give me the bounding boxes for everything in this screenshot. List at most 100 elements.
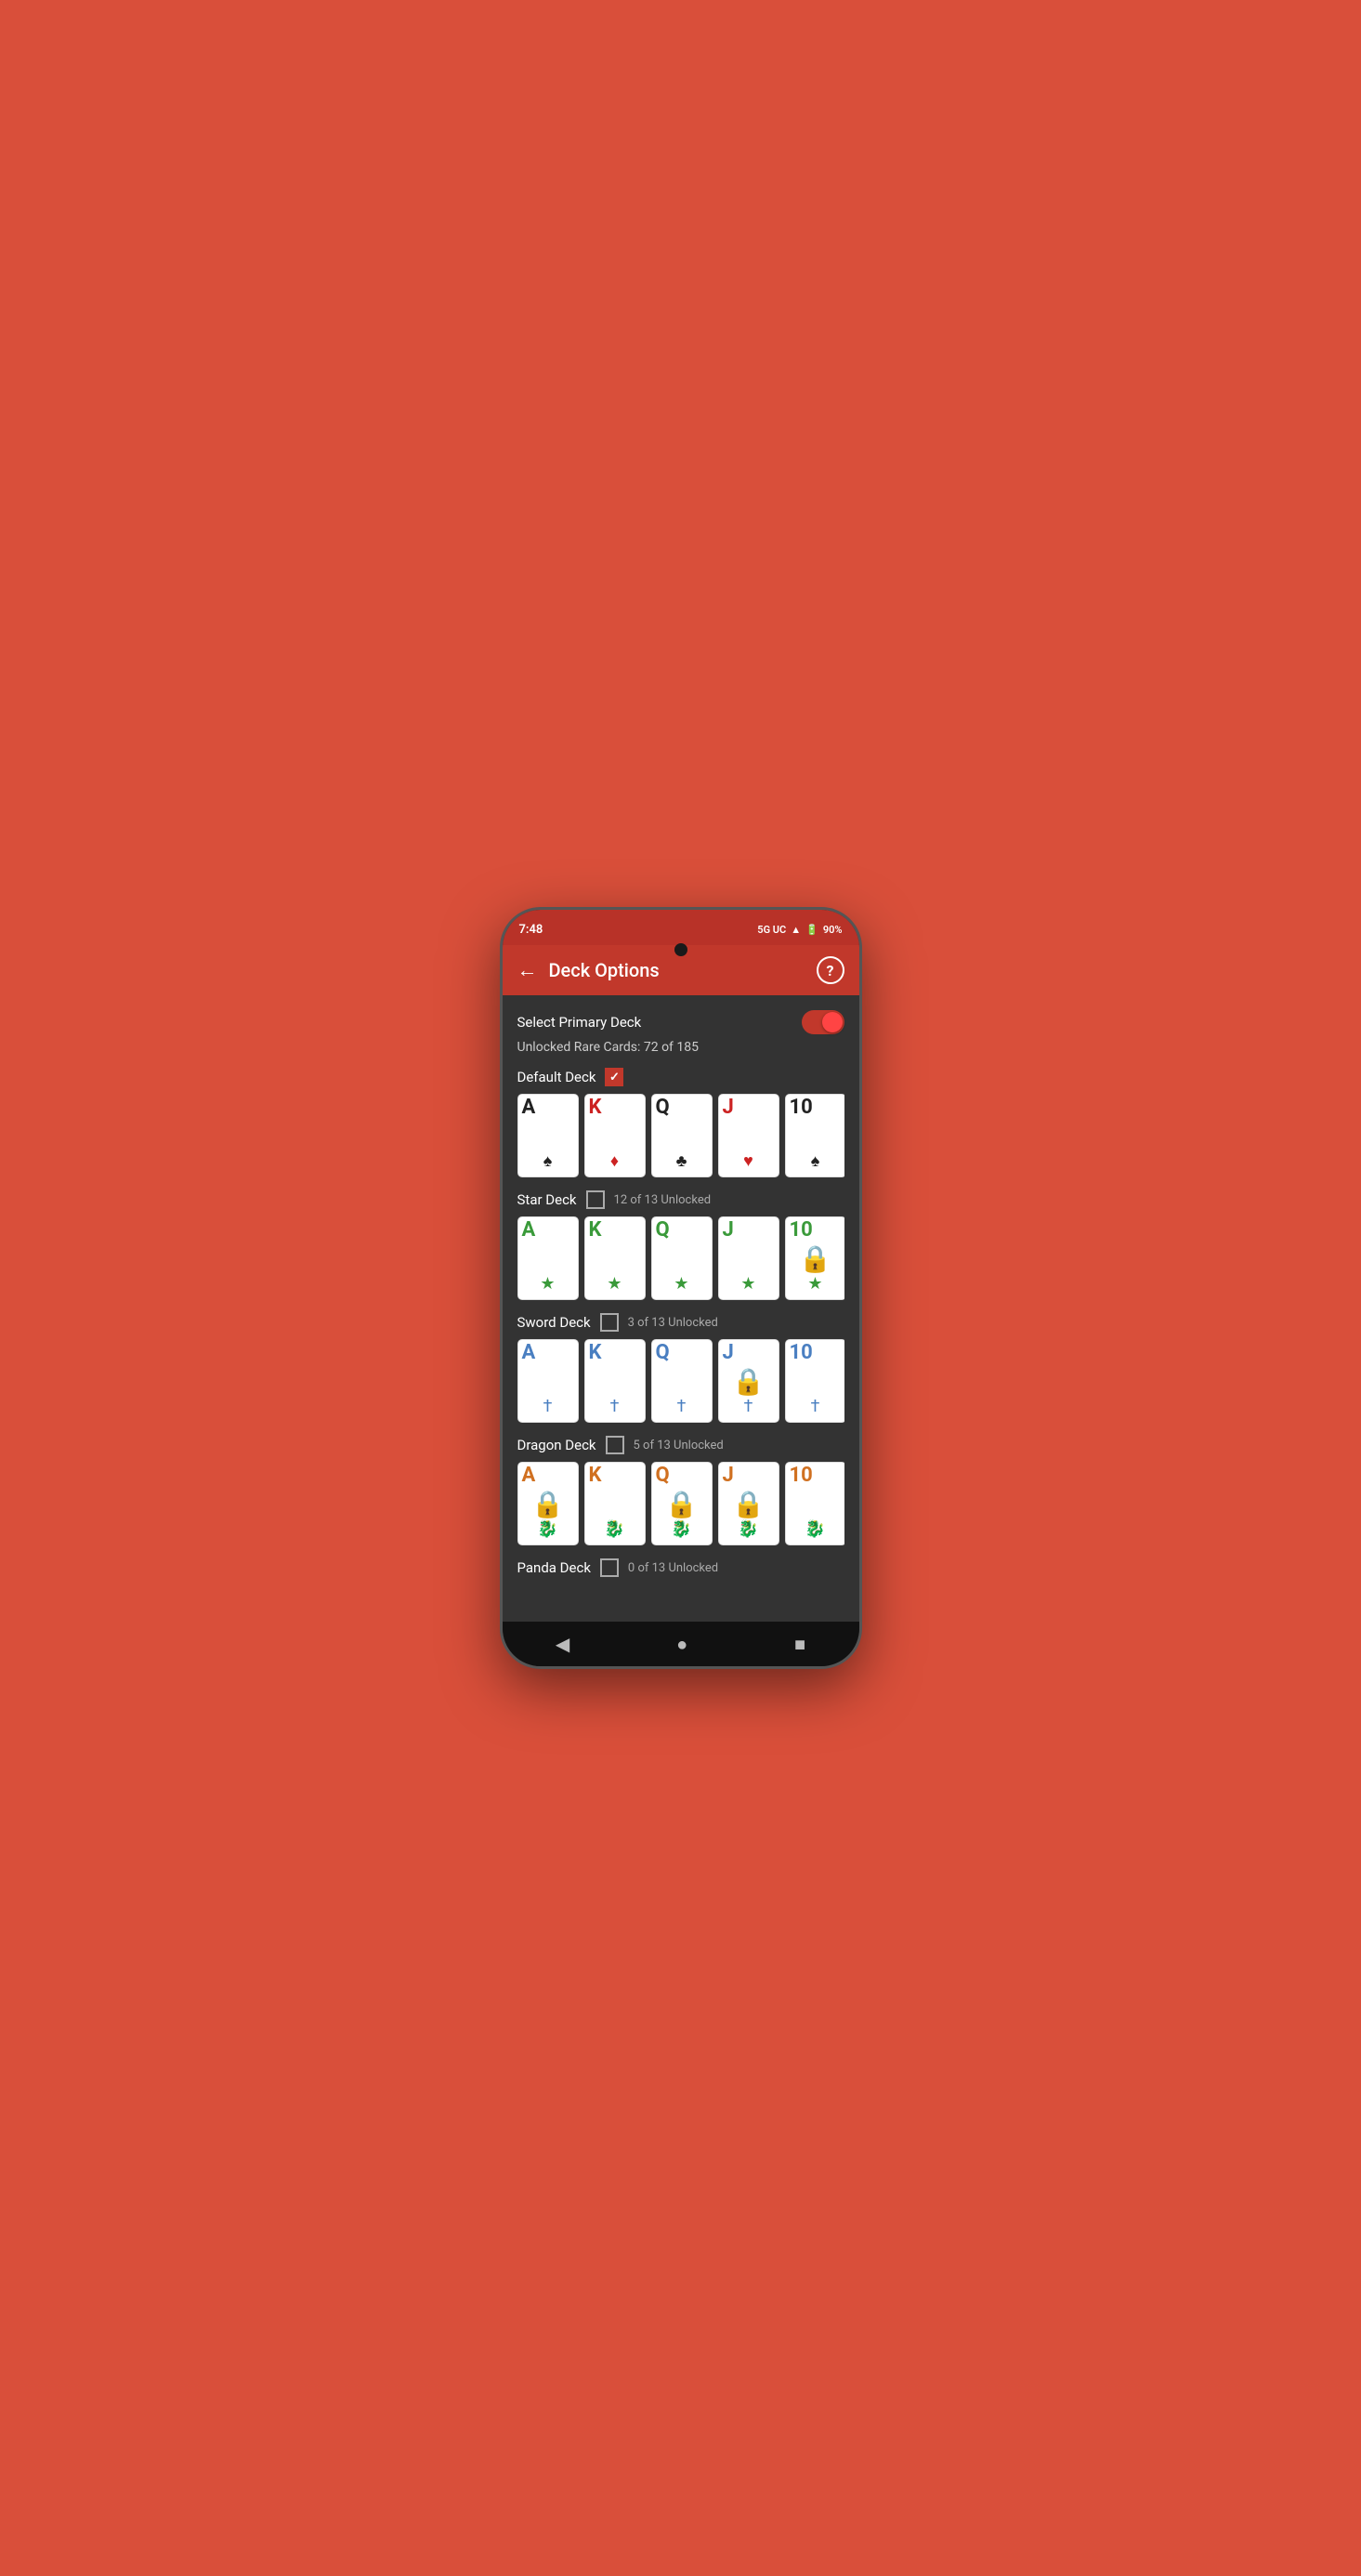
card-value-3-1: K [589,1465,602,1486]
select-primary-deck-row: Select Primary Deck [517,1010,844,1034]
deck-unlock-text-1: 12 of 13 Unlocked [614,1193,712,1207]
deck-unlock-text-2: 3 of 13 Unlocked [628,1316,718,1330]
deck-name-1: Star Deck [517,1191,577,1208]
card-suit-2-0: † [543,1397,553,1416]
help-button[interactable]: ? [817,956,844,984]
lock-overlay-3-0: 🔒 [518,1463,578,1544]
deck-section-2: Sword Deck3 of 13 UnlockedA†K†Q†J†🔒10† [517,1313,844,1423]
card-value-0-2: Q [656,1097,670,1118]
card-2-2[interactable]: Q† [651,1339,713,1423]
cards-row-1: A★K★Q★J★10★🔒 [517,1216,844,1300]
deck-label-row-4: Panda Deck 0 of 13 Unlocked [517,1558,844,1577]
card-3-1[interactable]: K🐉 [584,1462,646,1545]
deck-checkbox-1[interactable] [586,1190,605,1209]
main-content: Select Primary Deck Unlocked Rare Cards:… [503,995,859,1622]
deck-checkbox-3[interactable] [606,1436,624,1454]
card-value-2-0: A [522,1343,536,1363]
deck-name-3: Dragon Deck [517,1437,596,1453]
card-suit-1-2: ★ [674,1274,688,1294]
lock-icon-3-2: 🔒 [665,1489,698,1519]
card-value-0-1: K [589,1097,602,1118]
card-suit-0-4: ♠ [811,1151,820,1171]
status-time: 7:48 [519,923,543,937]
card-suit-3-1: 🐉 [604,1519,624,1539]
card-2-4[interactable]: 10 † [785,1339,844,1423]
network-icon: 5G UC [757,924,786,936]
card-suit-1-1: ★ [607,1274,622,1294]
nav-back-button[interactable]: ◀ [541,1625,584,1663]
cards-row-0: A♠K♦Q♣J♥10♠ [517,1094,844,1177]
deck-unlock-text-4: 0 of 13 Unlocked [628,1561,718,1575]
card-suit-1-3: ★ [740,1274,755,1294]
status-bar: 7:48 5G UC ▲ 🔋 90% [503,910,859,945]
deck-name-0: Default Deck [517,1069,596,1085]
deck-checkbox-2[interactable] [600,1313,619,1332]
lock-overlay-2-3: 🔒 [719,1340,779,1422]
cards-row-3: A🐉🔒K🐉Q🐉🔒J🐉🔒10🐉 [517,1462,844,1545]
lock-overlay-3-3: 🔒 [719,1463,779,1544]
bottom-nav: ◀ ● ■ [503,1622,859,1666]
cards-row-2: A†K†Q†J†🔒10† [517,1339,844,1423]
battery-icon: 🔋 [805,924,818,936]
card-suit-0-2: ♣ [676,1151,687,1171]
card-suit-1-0: ★ [540,1274,555,1294]
card-value-1-3: J [723,1220,734,1241]
deck-label-row-3: Dragon Deck5 of 13 Unlocked [517,1436,844,1454]
unlocked-rare-text: Unlocked Rare Cards: 72 of 185 [517,1040,844,1055]
deck-section-1: Star Deck12 of 13 UnlockedA★K★Q★J★10★🔒 [517,1190,844,1300]
card-3-3[interactable]: J🐉🔒 [718,1462,779,1545]
deck-label-row-1: Star Deck 12 of 13 Unlocked [517,1190,844,1209]
card-1-4[interactable]: 10★🔒 [785,1216,844,1300]
card-1-2[interactable]: Q★ [651,1216,713,1300]
card-value-2-1: K [589,1343,602,1363]
status-icons: 5G UC ▲ 🔋 90% [757,924,842,936]
card-1-3[interactable]: J★ [718,1216,779,1300]
card-2-3[interactable]: J†🔒 [718,1339,779,1423]
deck-checkbox-4[interactable] [600,1558,619,1577]
nav-recent-button[interactable]: ■ [779,1625,820,1663]
card-3-2[interactable]: Q🐉🔒 [651,1462,713,1545]
card-2-1[interactable]: K† [584,1339,646,1423]
card-suit-0-3: ♥ [743,1151,753,1171]
deck-name-4: Panda Deck [517,1559,591,1576]
card-suit-2-4: † [811,1397,820,1416]
card-0-2[interactable]: Q♣ [651,1094,713,1177]
phone-device: 7:48 5G UC ▲ 🔋 90% ← Deck Options ? Sele… [500,907,862,1669]
card-value-2-2: Q [656,1343,670,1363]
back-button[interactable]: ← [517,954,545,986]
card-1-1[interactable]: K★ [584,1216,646,1300]
card-value-2-4: 10 [790,1343,813,1363]
deck-label-row-2: Sword Deck 3 of 13 Unlocked [517,1313,844,1332]
lock-overlay-3-2: 🔒 [652,1463,712,1544]
card-0-0[interactable]: A♠ [517,1094,579,1177]
camera-notch [674,943,687,956]
card-value-1-1: K [589,1220,602,1241]
card-2-0[interactable]: A† [517,1339,579,1423]
card-value-0-4: 10 [790,1097,813,1118]
card-3-0[interactable]: A🐉🔒 [517,1462,579,1545]
primary-deck-toggle[interactable] [802,1010,844,1034]
deck-checkbox-0[interactable] [605,1068,623,1086]
deck-name-2: Sword Deck [517,1314,591,1331]
lock-icon-3-3: 🔒 [732,1489,765,1519]
page-title: Deck Options [549,959,817,981]
card-suit-0-1: ♦ [610,1151,619,1171]
card-value-0-3: J [723,1097,734,1118]
nav-home-button[interactable]: ● [661,1625,702,1663]
card-0-1[interactable]: K♦ [584,1094,646,1177]
lock-icon-2-3: 🔒 [732,1366,765,1397]
deck-section-0: Default DeckA♠K♦Q♣J♥10♠ [517,1068,844,1177]
deck-label-row-0: Default Deck [517,1068,844,1086]
deck-section-4: Panda Deck 0 of 13 Unlocked [517,1558,844,1577]
card-suit-0-0: ♠ [543,1151,553,1171]
lock-overlay-1-4: 🔒 [786,1217,844,1299]
card-suit-2-2: † [677,1397,687,1416]
card-0-4[interactable]: 10 ♠ [785,1094,844,1177]
card-suit-3-4: 🐉 [805,1519,825,1539]
card-3-4[interactable]: 10 🐉 [785,1462,844,1545]
card-value-3-4: 10 [790,1465,813,1486]
card-value-1-0: A [522,1220,536,1241]
card-0-3[interactable]: J♥ [718,1094,779,1177]
card-1-0[interactable]: A★ [517,1216,579,1300]
battery-pct: 90% [823,924,843,936]
